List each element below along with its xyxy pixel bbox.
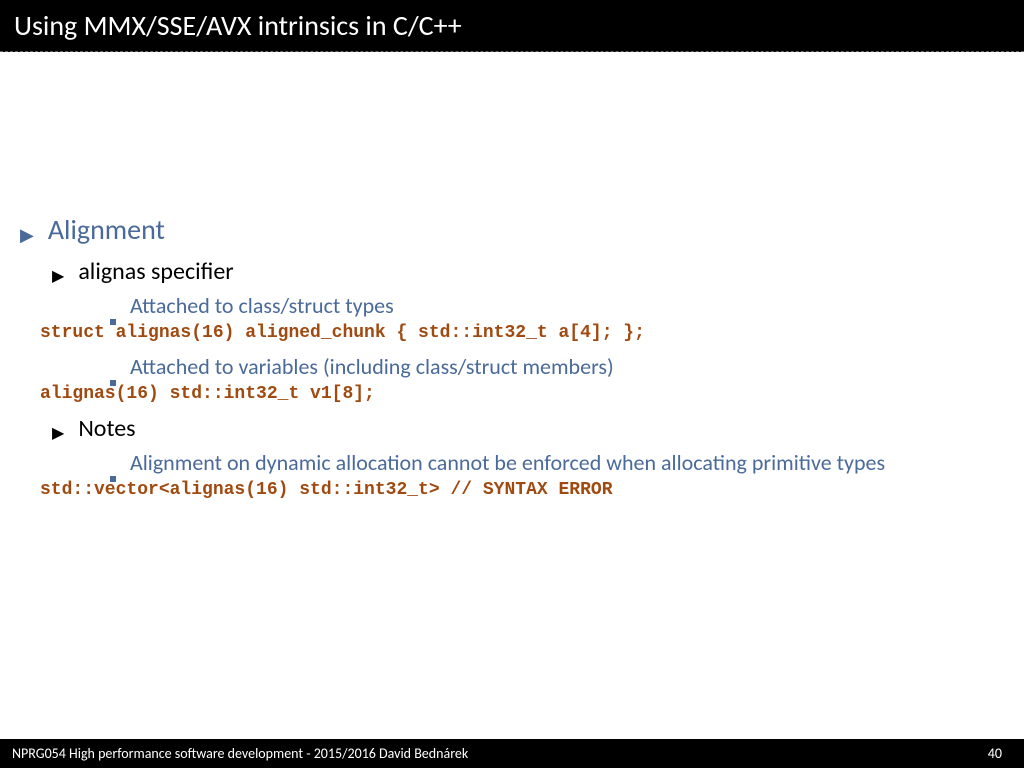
heading-notes: Notes — [78, 414, 135, 443]
text-attached-vars: Attached to variables (including class/s… — [130, 353, 614, 380]
bullet-level2: ▶ Notes — [52, 414, 1004, 443]
heading-alignment: Alignment — [48, 212, 165, 247]
bullet-level2: ▶ alignas specifier — [52, 257, 1004, 286]
slide-content: ▶ Alignment ▶ alignas specifier Attached… — [0, 52, 1024, 500]
bullet-level3: Alignment on dynamic allocation cannot b… — [110, 449, 1004, 476]
code-block: alignas(16) std::int32_t v1[8]; — [40, 384, 1004, 404]
heading-alignas: alignas specifier — [78, 257, 233, 286]
bullet-level3: Attached to class/struct types — [110, 292, 1004, 319]
text-dynamic-alloc: Alignment on dynamic allocation cannot b… — [130, 449, 885, 476]
arrow-icon: ▶ — [20, 224, 34, 246]
code-block: std::vector<alignas(16) std::int32_t> //… — [40, 480, 1004, 500]
bullet-level3: Attached to variables (including class/s… — [110, 353, 1004, 380]
square-icon — [110, 476, 116, 482]
square-icon — [110, 319, 116, 325]
code-block: struct alignas(16) aligned_chunk { std::… — [40, 323, 1004, 343]
arrow-icon: ▶ — [52, 423, 64, 443]
square-icon — [110, 380, 116, 386]
footer-course: NPRG054 High performance software develo… — [12, 745, 468, 762]
arrow-icon: ▶ — [52, 266, 64, 286]
slide-header: Using MMX/SSE/AVX intrinsics in C/C++ — [0, 0, 1024, 52]
bullet-level1: ▶ Alignment — [20, 212, 1004, 247]
footer-page-number: 40 — [988, 745, 1012, 762]
slide-title: Using MMX/SSE/AVX intrinsics in C/C++ — [14, 8, 462, 43]
slide-footer: NPRG054 High performance software develo… — [0, 739, 1024, 768]
text-attached-types: Attached to class/struct types — [130, 292, 394, 319]
